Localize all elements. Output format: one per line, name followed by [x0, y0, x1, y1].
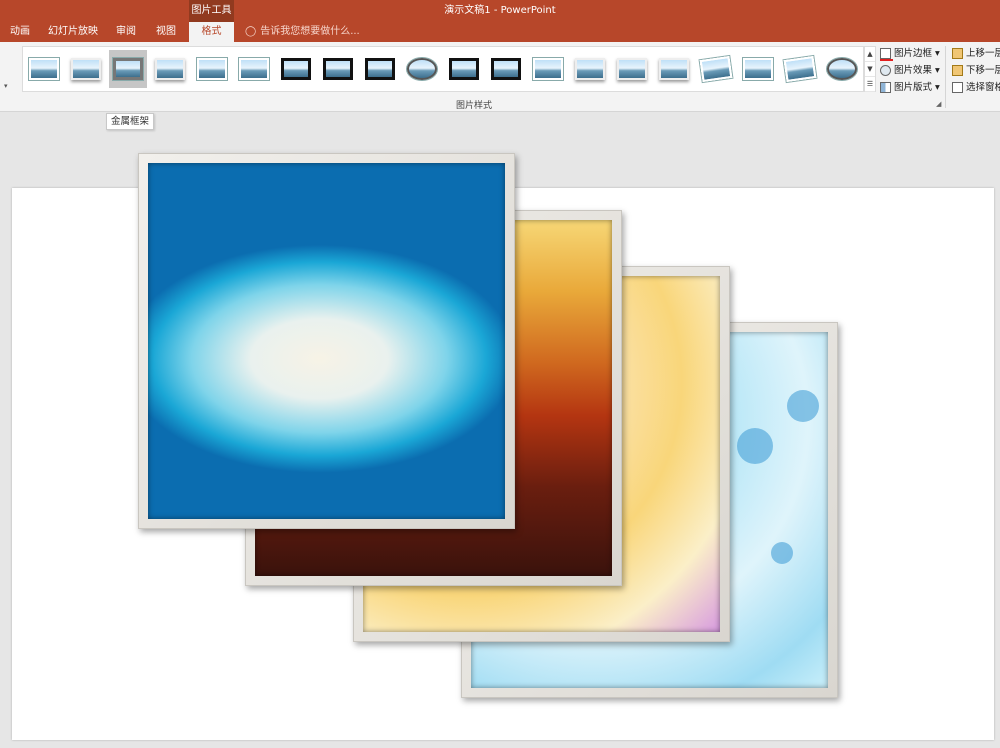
dialog-launcher-icon[interactable]: ◢ [936, 100, 941, 108]
style-preview-icon [783, 56, 817, 82]
style-tooltip: 金属框架 [106, 113, 155, 130]
style-preview-icon [323, 58, 353, 80]
picture-style-center-shadow-rectangle[interactable] [445, 50, 483, 88]
picture-style-bevel-perspective[interactable] [781, 50, 819, 88]
gallery-scrollbar[interactable]: ▲ ▼ ☰ [864, 46, 876, 92]
lightbulb-icon: ◯ [245, 26, 257, 37]
picture-border-button[interactable]: 图片边框 ▾ [880, 45, 940, 62]
style-preview-icon [617, 58, 647, 80]
tab-format[interactable]: 格式 [189, 22, 234, 42]
picture-layout-label: 图片版式 [894, 82, 933, 93]
watercolor-dot [771, 542, 793, 564]
ribbon: ▾ ▲ ▼ ☰ 图片样式 ◢ 图片边框 ▾ 图片效果 ▾ 图片版式 ▾ 上移一层… [0, 42, 1000, 112]
style-preview-icon [533, 58, 563, 80]
send-backward-button[interactable]: 下移一层 [952, 62, 1000, 79]
bring-forward-label: 上移一层 [966, 48, 1000, 59]
style-preview-icon [281, 58, 311, 80]
picture-border-label: 图片边框 [894, 48, 933, 59]
collapse-arrow-icon[interactable]: ▾ [4, 82, 8, 90]
watercolor-dot [787, 390, 819, 422]
picture-style-beveled[interactable] [571, 50, 609, 88]
picture-style-compound-frame-black[interactable] [487, 50, 525, 88]
dropdown-arrow-icon: ▾ [935, 65, 940, 76]
picture-blue-texture[interactable] [138, 153, 515, 529]
group-divider [945, 46, 946, 108]
tab-view[interactable]: 视图 [146, 22, 186, 42]
gallery-up-icon[interactable]: ▲ [865, 47, 875, 62]
tell-me-placeholder: 告诉我您想要做什么... [260, 26, 360, 37]
picture-effects-label: 图片效果 [894, 65, 933, 76]
picture-layout-button[interactable]: 图片版式 ▾ [880, 79, 940, 96]
gallery-more-icon[interactable]: ☰ [865, 77, 875, 92]
picture-style-tilted-white[interactable] [697, 50, 735, 88]
style-preview-icon [113, 58, 143, 80]
style-preview-icon [407, 58, 437, 80]
tab-animations[interactable]: 动画 [0, 22, 40, 42]
picture-style-perspective-shadow[interactable] [655, 50, 693, 88]
send-backward-icon [952, 65, 963, 76]
picture-style-metal-frame[interactable] [109, 50, 147, 88]
picture-content [148, 163, 505, 519]
picture-style-soft-edge[interactable] [67, 50, 105, 88]
dropdown-arrow-icon: ▾ [935, 82, 940, 93]
style-preview-icon [71, 58, 101, 80]
picture-style-reflected-bevel[interactable] [823, 50, 861, 88]
style-preview-icon [659, 58, 689, 80]
picture-style-simple-frame-white[interactable] [25, 50, 63, 88]
gallery-down-icon[interactable]: ▼ [865, 62, 875, 77]
watercolor-dot [737, 428, 773, 464]
selection-pane-button[interactable]: 选择窗格 [952, 79, 1000, 96]
picture-style-drop-shadow[interactable] [151, 50, 189, 88]
picture-style-relaxed-perspective[interactable] [739, 50, 777, 88]
style-preview-icon [29, 58, 59, 80]
picture-style-soft-oval[interactable] [235, 50, 273, 88]
tab-slideshow[interactable]: 幻灯片放映 [40, 22, 106, 42]
picture-border-icon [880, 48, 893, 61]
picture-tools-header: 图片工具 [189, 0, 234, 22]
picture-styles-gallery [22, 46, 864, 92]
style-preview-icon [197, 58, 227, 80]
picture-style-reflected[interactable] [193, 50, 231, 88]
send-backward-label: 下移一层 [966, 65, 1000, 76]
tell-me-box[interactable]: ◯ 告诉我您想要做什么... [245, 22, 360, 42]
picture-effects-button[interactable]: 图片效果 ▾ [880, 62, 940, 79]
style-preview-icon [239, 58, 269, 80]
style-preview-icon [491, 58, 521, 80]
style-preview-icon [155, 58, 185, 80]
picture-effects-icon [880, 65, 891, 76]
style-preview-icon [699, 56, 733, 82]
style-preview-icon [365, 58, 395, 80]
picture-style-rotated-white[interactable] [613, 50, 651, 88]
bring-forward-icon [952, 48, 963, 59]
style-preview-icon [743, 58, 773, 80]
picture-style-thick-matte-black[interactable] [319, 50, 357, 88]
tab-review[interactable]: 审阅 [106, 22, 146, 42]
dropdown-arrow-icon: ▾ [935, 48, 940, 59]
picture-style-double-frame-black[interactable] [277, 50, 315, 88]
picture-style-simple-frame-black[interactable] [361, 50, 399, 88]
picture-style-reflected-rounded[interactable] [529, 50, 567, 88]
bring-forward-button[interactable]: 上移一层 [952, 45, 1000, 62]
selection-pane-label: 选择窗格 [966, 82, 1000, 93]
picture-styles-group-label: 图片样式 [456, 101, 493, 111]
style-preview-icon [449, 58, 479, 80]
style-preview-icon [827, 58, 857, 80]
picture-layout-icon [880, 82, 891, 93]
picture-style-metal-oval[interactable] [403, 50, 441, 88]
style-preview-icon [575, 58, 605, 80]
selection-pane-icon [952, 82, 963, 93]
